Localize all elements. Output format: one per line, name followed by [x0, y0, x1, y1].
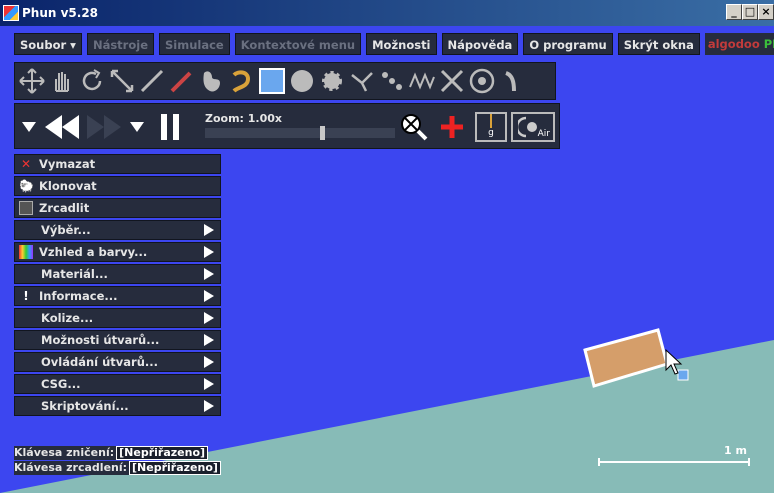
brand-logo: algodoo PHUN edu: [704, 33, 774, 55]
destroy-key-row: Klávesa zničení: [Nepřiřazeno]: [14, 446, 209, 460]
main-menubar: Soubor ▾ Nástroje Simulace Kontextové me…: [0, 32, 774, 56]
chain-icon[interactable]: [377, 64, 407, 98]
air-resistance-toggle[interactable]: Air: [511, 112, 555, 142]
zoom-slider[interactable]: [205, 126, 395, 140]
submenu-arrow-icon: [204, 290, 214, 302]
color-icon: [19, 245, 33, 259]
menu-item-label: Výběr...: [41, 223, 91, 237]
menu-item-shape-options[interactable]: Možnosti útvarů...: [14, 330, 221, 350]
brand-phun: PHUN: [763, 37, 774, 51]
zoom-magnifier-icon[interactable]: [397, 112, 431, 142]
menu-simulace[interactable]: Simulace: [159, 33, 230, 55]
submenu-arrow-icon: [204, 334, 214, 346]
info-icon: !: [23, 289, 29, 303]
gear-icon[interactable]: [317, 64, 347, 98]
menu-item-material[interactable]: Materiál...: [14, 264, 221, 284]
menu-item-label: Vzhled a barvy...: [39, 245, 148, 259]
dropdown-arrow-icon[interactable]: [19, 112, 39, 142]
hand-icon[interactable]: [47, 64, 77, 98]
menu-soubor[interactable]: Soubor ▾: [14, 33, 82, 55]
mirror-key-label: Klávesa zrcadlení:: [14, 461, 128, 474]
plane-icon[interactable]: [347, 64, 377, 98]
submenu-arrow-icon: [204, 356, 214, 368]
menu-item-collision[interactable]: Kolize...: [14, 308, 221, 328]
fast-forward-icon[interactable]: [85, 112, 123, 142]
destroy-key-value[interactable]: [Nepřiřazeno]: [116, 446, 209, 460]
menu-skryt-okna[interactable]: Skrýt okna: [617, 33, 700, 55]
tracer-icon[interactable]: [497, 64, 527, 98]
box-icon[interactable]: [257, 64, 287, 98]
submenu-arrow-icon: [204, 378, 214, 390]
menu-item-label: Možnosti útvarů...: [41, 333, 160, 347]
menu-item-label: Kolize...: [41, 311, 94, 325]
menu-nastroje[interactable]: Nástroje: [86, 33, 154, 55]
circle-icon[interactable]: [287, 64, 317, 98]
scale-bar: [598, 458, 750, 466]
menu-item-shape-controls[interactable]: Ovládání útvarů...: [14, 352, 221, 372]
speed-dropdown-icon[interactable]: [127, 112, 147, 142]
menu-item-csg[interactable]: CSG...: [14, 374, 221, 394]
destroy-key-label: Klávesa zničení:: [14, 446, 115, 459]
submenu-arrow-icon: [204, 400, 214, 412]
menu-item-label: Informace...: [39, 289, 118, 303]
fixate-icon[interactable]: [437, 64, 467, 98]
polygon-icon[interactable]: [197, 64, 227, 98]
context-menu: ✕ Vymazat 🐑 Klonovat Zrcadlit Výběr... Vzh…: [14, 154, 221, 418]
drag-handle[interactable]: [677, 369, 689, 381]
menu-item-appearance[interactable]: Vzhled a barvy...: [14, 242, 221, 262]
submenu-arrow-icon: [204, 246, 214, 258]
clone-icon: 🐑: [19, 179, 34, 193]
menu-item-label: CSG...: [41, 377, 81, 391]
scale-label: 1 m: [724, 444, 747, 457]
zoom-slider-thumb[interactable]: [320, 126, 325, 140]
gravity-toggle[interactable]: g: [475, 112, 507, 142]
spring-icon[interactable]: [407, 64, 437, 98]
zoom-label: Zoom: 1.00x: [205, 112, 283, 125]
center-view-icon[interactable]: [435, 112, 469, 142]
knife-icon[interactable]: [137, 64, 167, 98]
window-title: Phun v5.28: [22, 6, 99, 20]
menu-item-scripting[interactable]: Skriptování...: [14, 396, 221, 416]
menu-item-label: Klonovat: [39, 179, 97, 193]
brand-algodoo: algodoo: [707, 37, 764, 51]
air-label: Air: [537, 129, 550, 139]
simulation-controls: Zoom: 1.00x g Air: [14, 103, 560, 149]
window-titlebar: Phun v5.28 _ □ ×: [0, 0, 774, 26]
brush-icon[interactable]: [167, 64, 197, 98]
rewind-icon[interactable]: [43, 112, 81, 142]
menu-o-programu[interactable]: O programu: [523, 33, 613, 55]
pause-icon[interactable]: [155, 112, 185, 142]
menu-item-label: Vymazat: [39, 157, 96, 171]
move-icon[interactable]: [17, 64, 47, 98]
minimize-button[interactable]: _: [726, 4, 742, 20]
tool-palette: [14, 62, 556, 100]
close-button[interactable]: ×: [758, 4, 774, 20]
menu-item-selection[interactable]: Výběr...: [14, 220, 221, 240]
hook-icon[interactable]: [227, 64, 257, 98]
menu-kontextove-menu[interactable]: Kontextové menu: [234, 33, 362, 55]
rotate-icon[interactable]: [77, 64, 107, 98]
menu-item-label: Skriptování...: [41, 399, 129, 413]
submenu-arrow-icon: [204, 312, 214, 324]
mirror-key-value[interactable]: [Nepřiřazeno]: [129, 461, 221, 475]
axle-icon[interactable]: [467, 64, 497, 98]
menu-item-mirror[interactable]: Zrcadlit: [14, 198, 221, 218]
submenu-arrow-icon: [204, 268, 214, 280]
menu-item-label: Zrcadlit: [39, 201, 90, 215]
gravity-label: g: [488, 128, 494, 138]
maximize-button[interactable]: □: [742, 4, 758, 20]
mirror-icon: [19, 201, 33, 215]
menu-item-label: Ovládání útvarů...: [41, 355, 159, 369]
menu-item-information[interactable]: ! Informace...: [14, 286, 221, 306]
menu-moznosti[interactable]: Možnosti: [366, 33, 437, 55]
mirror-key-row: Klávesa zrcadlení: [Nepřiřazeno]: [14, 461, 221, 475]
menu-item-delete[interactable]: ✕ Vymazat: [14, 154, 221, 174]
menu-item-clone[interactable]: 🐑 Klonovat: [14, 176, 221, 196]
app-icon: [3, 5, 19, 21]
submenu-arrow-icon: [204, 224, 214, 236]
scale-icon[interactable]: [107, 64, 137, 98]
menu-napoveda[interactable]: Nápověda: [441, 33, 519, 55]
menu-item-label: Materiál...: [41, 267, 108, 281]
delete-icon: ✕: [20, 157, 32, 171]
